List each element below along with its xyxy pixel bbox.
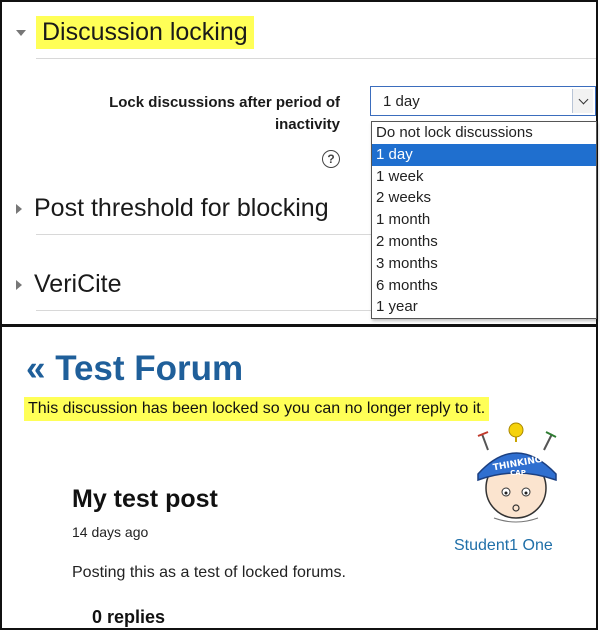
lock-discussions-label: Lock discussions after period of inactiv… — [109, 92, 340, 136]
lock-label-line2: inactivity — [274, 116, 340, 133]
select-current-value: 1 day — [383, 93, 420, 110]
post-title: My test post — [72, 485, 218, 513]
dropdown-option[interactable]: 1 week — [372, 166, 596, 188]
lock-period-options: Do not lock discussions 1 day 1 week 2 week… — [371, 121, 597, 320]
discussion-locking-header[interactable]: Discussion locking — [16, 16, 254, 49]
section-divider — [36, 58, 596, 59]
dropdown-option[interactable]: 1 month — [372, 209, 596, 231]
caret-right-icon — [16, 203, 22, 214]
lock-period-select[interactable]: 1 day — [370, 86, 596, 116]
forum-panel: « Test Forum This discussion has been lo… — [2, 327, 596, 628]
post-threshold-header[interactable]: Post threshold for blocking — [16, 194, 329, 223]
caret-right-icon — [16, 279, 22, 290]
help-icon[interactable]: ? — [322, 150, 340, 168]
author-link[interactable]: Student1 One — [454, 537, 553, 555]
dropdown-option[interactable]: 1 day — [372, 143, 596, 166]
caret-down-icon — [16, 29, 26, 36]
discussion-locking-title: Discussion locking — [36, 16, 254, 49]
forum-title-link[interactable]: « Test Forum — [26, 349, 243, 389]
post-timestamp: 14 days ago — [72, 524, 149, 540]
avatar-thinking-cap-icon: THINKING CAP — [477, 422, 557, 523]
locked-notice: This discussion has been locked so you c… — [24, 397, 490, 421]
select-dropdown-button[interactable] — [572, 89, 593, 113]
dropdown-option[interactable]: 1 year — [372, 296, 596, 318]
lock-label-line1: Lock discussions after period of — [109, 94, 340, 111]
vericite-title: VeriCite — [34, 270, 122, 298]
post-threshold-title: Post threshold for blocking — [34, 194, 329, 222]
replies-count: 0 replies — [92, 607, 166, 627]
post-body: Posting this as a test of locked forums. — [72, 564, 346, 581]
chevron-down-icon — [578, 94, 588, 105]
vericite-header[interactable]: VeriCite — [16, 270, 122, 299]
dropdown-option[interactable]: 2 weeks — [372, 187, 596, 209]
dropdown-option[interactable]: 3 months — [372, 253, 596, 275]
dropdown-option[interactable]: Do not lock discussions — [372, 122, 596, 144]
dropdown-option[interactable]: 2 months — [372, 231, 596, 253]
dropdown-option[interactable]: 6 months — [372, 275, 596, 297]
svg-text:CAP: CAP — [510, 469, 526, 477]
settings-panel: Discussion locking Lock discussions afte… — [2, 2, 597, 324]
